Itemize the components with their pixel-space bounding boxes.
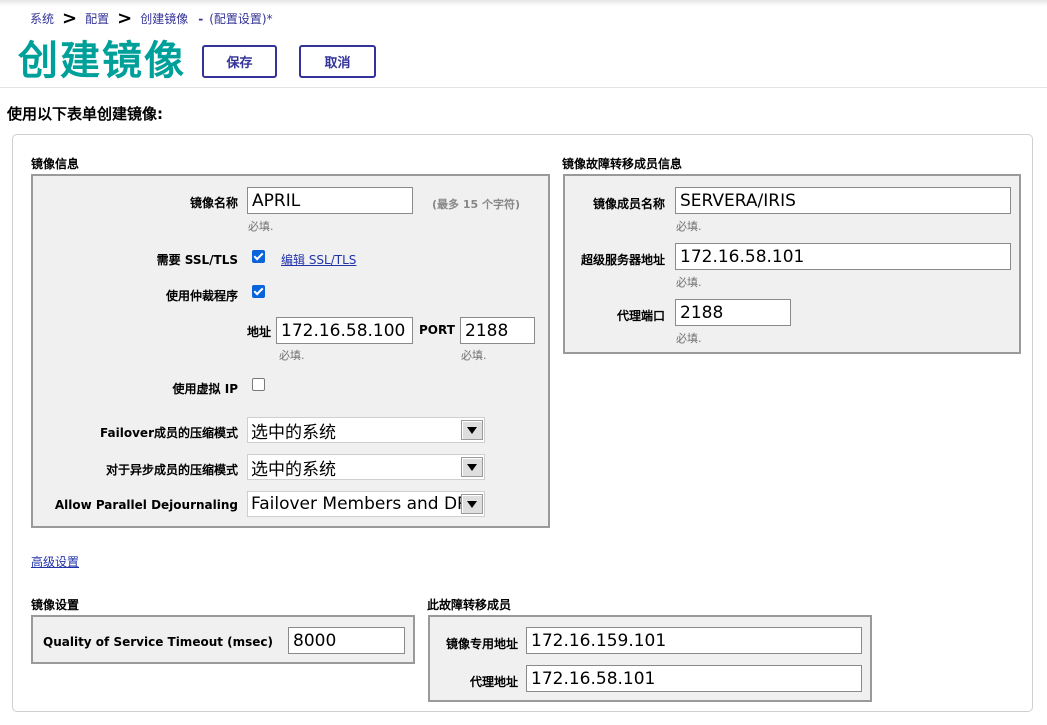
failover-compression-select[interactable]: 选中的系统 [247,417,485,443]
breadcrumb-system-link[interactable]: 系统 [30,10,54,27]
qos-timeout-input[interactable]: 8000 [288,627,405,654]
agent-port-label: 代理端口 [616,309,665,323]
arbiter-port-required: 必填. [461,349,487,362]
breadcrumb-dash: - [198,11,204,26]
breadcrumb-separator: > [117,7,133,29]
mirror-settings-section-label: 镜像设置 [31,598,80,612]
qos-timeout-label: Quality of Service Timeout (msec) [43,635,274,649]
agent-port-required: 必填. [676,332,702,345]
failover-compression-label: Failover成员的压缩模式 [100,426,238,440]
cancel-button[interactable]: 取消 [299,45,376,78]
member-name-required: 必填. [676,220,702,233]
dropdown-arrow-icon[interactable] [461,420,483,440]
form-intro: 使用以下表单创建镜像: [7,105,163,123]
arbiter-port-input[interactable]: 2188 [460,317,535,344]
dropdown-arrow-icon[interactable] [461,494,483,514]
mirror-private-address-label: 镜像专用地址 [445,637,518,651]
mirror-private-address-input[interactable]: 172.16.159.101 [526,627,862,654]
agent-address-input[interactable]: 172.16.58.101 [526,665,862,692]
mirror-name-required: 必填. [248,220,274,233]
breadcrumb-suffix: (配置设置)* [209,12,273,26]
mirror-name-hint: (最多 15 个字符) [432,198,521,211]
mirror-name-input[interactable]: APRIL [247,187,413,214]
edit-ssl-link[interactable]: 编辑 SSL/TLS [281,251,356,268]
failover-member-info-section-label: 镜像故障转移成员信息 [562,157,683,171]
header-divider [0,87,1047,88]
breadcrumb: 系统 > 配置 > 创建镜像 - (配置设置)* [30,7,273,29]
ssl-checkbox[interactable] [252,250,265,263]
breadcrumb-config-link[interactable]: 配置 [85,10,109,27]
dropdown-arrow-icon[interactable] [461,457,483,477]
top-shade [0,0,1047,6]
arbiter-address-required: 必填. [279,349,305,362]
breadcrumb-separator: > [62,7,78,29]
arbiter-address-input[interactable]: 172.16.58.100 [276,317,413,344]
save-button[interactable]: 保存 [202,45,277,78]
agent-port-input[interactable]: 2188 [675,299,791,326]
superserver-address-input[interactable]: 172.16.58.101 [675,243,1011,270]
parallel-dejournaling-select[interactable]: Failover Members and DR [247,491,485,517]
breadcrumb-create-mirror[interactable]: 创建镜像 [140,10,188,27]
async-compression-label: 对于异步成员的压缩模式 [105,463,238,477]
async-compression-value: 选中的系统 [251,459,336,480]
agent-address-label: 代理地址 [469,675,518,689]
arbiter-checkbox[interactable] [252,285,265,298]
arbiter-address-label: 地址 [247,325,272,339]
failover-compression-value: 选中的系统 [251,422,336,443]
ssl-label: 需要 SSL/TLS [156,253,238,267]
virtual-ip-label: 使用虚拟 IP [172,382,238,396]
parallel-dejournaling-label: Allow Parallel Dejournaling [54,498,238,512]
async-compression-select[interactable]: 选中的系统 [247,454,485,480]
superserver-address-required: 必填. [676,276,702,289]
mirror-name-label: 镜像名称 [189,196,238,210]
page-title: 创建镜像 [18,38,186,84]
advanced-settings-link[interactable]: 高级设置 [31,553,79,570]
this-failover-member-section-label: 此故障转移成员 [427,598,512,612]
member-name-input[interactable]: SERVERA/IRIS [675,187,1011,214]
superserver-address-label: 超级服务器地址 [580,253,665,267]
parallel-dejournaling-value: Failover Members and DR [251,494,469,514]
arbiter-port-label: PORT [419,323,455,337]
member-name-label: 镜像成员名称 [592,197,665,211]
virtual-ip-checkbox[interactable] [252,378,265,391]
arbiter-label: 使用仲裁程序 [165,289,238,303]
mirror-info-section-label: 镜像信息 [31,157,80,171]
